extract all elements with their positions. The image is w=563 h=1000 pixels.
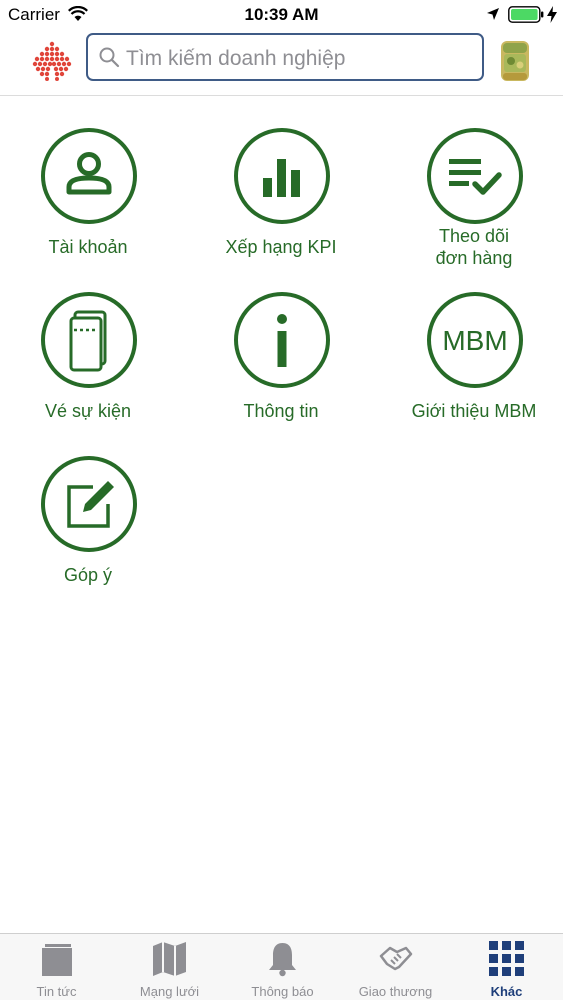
news-icon <box>42 944 72 976</box>
info-icon <box>277 314 287 367</box>
app-logo[interactable] <box>30 39 74 83</box>
menu-item-label: Góp ý <box>63 565 113 585</box>
menu-item-info[interactable]: Thông tin <box>196 292 366 422</box>
menu-item-order-tracking[interactable]: Theo dõi đơn hàng <box>389 128 559 273</box>
mbm-icon-text: MBM <box>442 325 507 356</box>
menu-item-label: Vé sự kiện <box>44 401 132 421</box>
menu-item-feedback[interactable]: Góp ý <box>3 456 173 586</box>
battery-icon <box>508 6 544 23</box>
event-ticket-icon <box>69 310 107 372</box>
handshake-icon <box>379 946 413 971</box>
menu-item-about-mbm[interactable]: MBM Giới thiệu MBM <box>389 292 559 422</box>
charging-bolt-icon <box>547 6 557 23</box>
tab-label: Thông báo <box>251 984 314 999</box>
order-tracking-icon <box>449 159 502 195</box>
status-bar: Carrier 10:39 AM <box>0 0 563 30</box>
account-icon <box>66 152 112 195</box>
tab-bar: Tin tức Mạng lưới Thông báo Giao thương <box>0 933 563 1000</box>
tab-label: Giao thương <box>358 984 433 999</box>
user-avatar[interactable] <box>499 39 531 83</box>
map-icon <box>153 942 186 976</box>
tab-network[interactable]: Mạng lưới <box>113 934 226 1000</box>
location-arrow-icon <box>487 8 499 20</box>
menu-item-label: Thông tin <box>243 401 319 421</box>
kpi-chart-icon <box>263 159 300 197</box>
header: Tìm kiếm doanh nghiệp <box>0 30 563 96</box>
tab-news[interactable]: Tin tức <box>0 934 113 1000</box>
tab-label: Tin tức <box>36 984 77 999</box>
search-placeholder: Tìm kiếm doanh nghiệp <box>126 47 346 70</box>
menu-item-account[interactable]: Tài khoản <box>3 128 173 258</box>
tab-trade[interactable]: Giao thương <box>339 934 452 1000</box>
search-input[interactable]: Tìm kiếm doanh nghiệp <box>86 33 484 81</box>
tab-more[interactable]: Khác <box>450 934 563 1000</box>
menu-item-label: Theo dõi đơn hàng <box>435 226 513 268</box>
tab-notifications[interactable]: Thông báo <box>226 934 339 1000</box>
search-icon <box>99 47 120 68</box>
menu-item-label: Tài khoản <box>48 237 128 257</box>
grid-icon <box>489 941 524 976</box>
menu-item-label: Giới thiệu MBM <box>411 401 537 421</box>
menu-item-event-ticket[interactable]: Vé sự kiện <box>3 292 173 422</box>
bell-icon <box>269 943 296 977</box>
menu-item-kpi-ranking[interactable]: Xếp hạng KPI <box>196 128 366 258</box>
feedback-edit-icon <box>67 481 114 528</box>
mbm-icon: MBM <box>442 325 507 356</box>
tab-label: Khác <box>490 984 523 999</box>
tab-label: Mạng lưới <box>139 984 200 999</box>
menu-item-label: Xếp hạng KPI <box>225 237 337 257</box>
clock: 10:39 AM <box>244 5 319 24</box>
